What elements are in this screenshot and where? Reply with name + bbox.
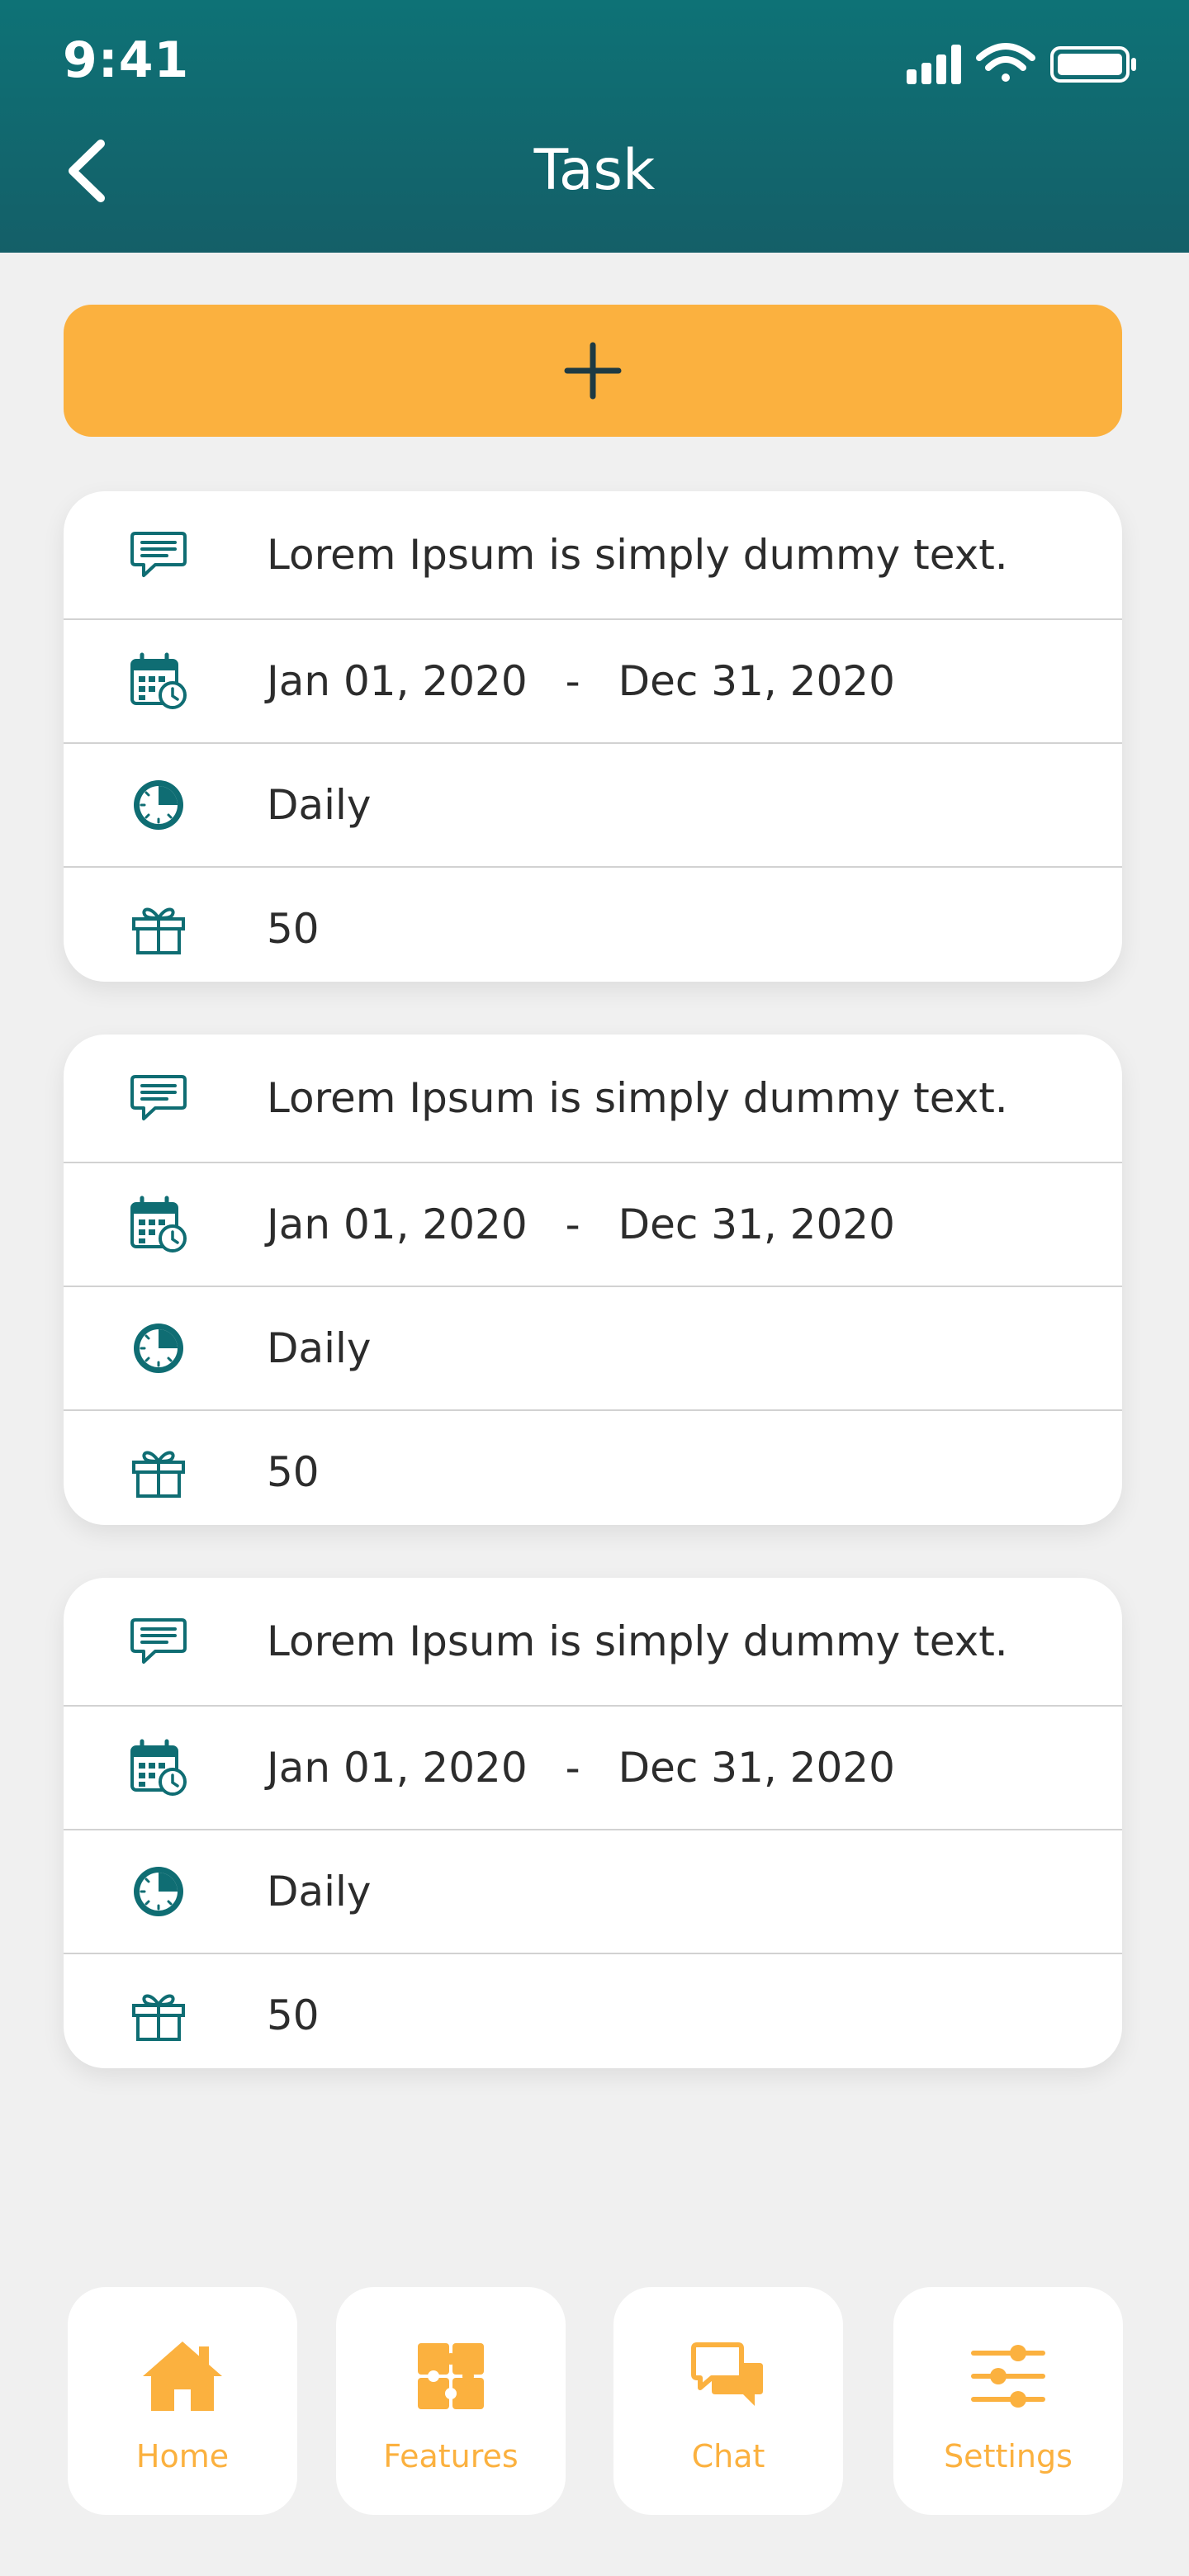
wifi-icon [976,43,1035,82]
chat-icon [613,2337,843,2416]
bottom-tab-bar: Home Features Chat Settings [0,2287,1189,2518]
task-description: Lorem Ipsum is simply dummy text. [267,1074,1008,1122]
tab-features[interactable]: Features [336,2287,566,2515]
task-card[interactable]: Lorem Ipsum is simply dummy text. Jan 01… [64,491,1122,982]
task-frequency: Daily [267,1868,372,1915]
puzzle-icon [336,2337,566,2416]
plus-icon [564,342,622,400]
start-date: Jan 01, 2020 [267,1744,528,1792]
gift-icon [130,1986,187,2044]
date-separator: - [565,1200,580,1248]
gift-icon [130,900,187,958]
task-date-row: Jan 01, 2020- Dec 31, 2020 [64,1163,1122,1287]
task-date-range: Jan 01, 2020- Dec 31, 2020 [267,657,895,705]
task-reward-row: 50 [64,1411,1122,1525]
cellular-signal-icon [907,45,961,84]
tab-label: Home [135,2438,230,2474]
start-date: Jan 01, 2020 [267,657,528,705]
end-date: Dec 31, 2020 [618,1200,895,1248]
add-task-button[interactable] [64,305,1122,437]
sliders-icon [893,2337,1123,2416]
task-date-row: Jan 01, 2020- Dec 31, 2020 [64,1707,1122,1830]
tab-chat[interactable]: Chat [613,2287,843,2515]
clock-icon [130,1319,187,1377]
start-date: Jan 01, 2020 [267,1200,528,1248]
task-reward-row: 50 [64,1954,1122,2068]
task-date-range: Jan 01, 2020- Dec 31, 2020 [267,1744,895,1792]
task-reward: 50 [267,905,320,953]
task-reward-row: 50 [64,868,1122,982]
end-date: Dec 31, 2020 [618,1744,895,1792]
gift-icon [130,1443,187,1501]
home-icon [68,2337,297,2416]
task-card[interactable]: Lorem Ipsum is simply dummy text. Jan 01… [64,1035,1122,1525]
calendar-clock-icon [130,652,187,710]
task-frequency-row: Daily [64,1830,1122,1954]
task-frequency: Daily [267,1324,372,1372]
task-date-range: Jan 01, 2020- Dec 31, 2020 [267,1200,895,1248]
task-frequency: Daily [267,781,372,829]
task-card[interactable]: Lorem Ipsum is simply dummy text. Jan 01… [64,1578,1122,2068]
task-description-row: Lorem Ipsum is simply dummy text. [64,1035,1122,1163]
date-separator: - [565,657,580,705]
task-frequency-row: Daily [64,744,1122,868]
status-icons [907,43,1136,84]
task-reward: 50 [267,1991,320,2039]
tab-label: Chat [691,2438,765,2474]
message-icon [130,526,187,584]
task-frequency-row: Daily [64,1287,1122,1411]
battery-icon [1050,46,1136,83]
clock-icon [130,1863,187,1920]
task-reward: 50 [267,1448,320,1496]
task-description-row: Lorem Ipsum is simply dummy text. [64,1578,1122,1707]
end-date: Dec 31, 2020 [618,657,895,705]
calendar-clock-icon [130,1739,187,1797]
tab-settings[interactable]: Settings [893,2287,1123,2515]
page-title: Task [533,138,656,203]
date-separator: - [565,1744,580,1792]
clock-icon [130,776,187,834]
message-icon [130,1612,187,1670]
tab-label: Features [383,2438,519,2474]
tab-home[interactable]: Home [68,2287,297,2515]
task-date-row: Jan 01, 2020- Dec 31, 2020 [64,620,1122,744]
task-description: Lorem Ipsum is simply dummy text. [267,531,1008,579]
tab-label: Settings [944,2438,1073,2474]
message-icon [130,1069,187,1127]
status-time: 9:41 [63,31,190,89]
calendar-clock-icon [130,1196,187,1253]
app-header: 9:41 Task [0,0,1189,253]
task-description: Lorem Ipsum is simply dummy text. [267,1617,1008,1665]
task-description-row: Lorem Ipsum is simply dummy text. [64,491,1122,620]
